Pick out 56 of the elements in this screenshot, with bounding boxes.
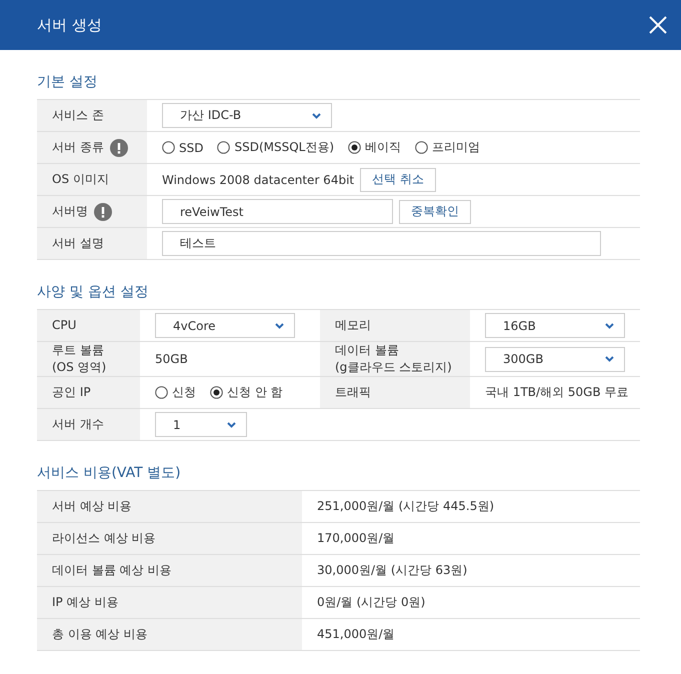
field-label: 트래픽 [335,384,371,401]
cost-label: 서버 예상 비용 [52,498,132,515]
cost-value: 451,000원/월 [317,626,395,643]
radio-label[interactable]: 신청 안 함 [227,384,283,401]
radio-button[interactable] [155,386,168,399]
field-label: 공인 IP [52,384,91,401]
cost-label: IP 예상 비용 [52,594,118,611]
field-label: 데이터 볼륨 (g클라우드 스토리지) [335,342,452,376]
chevron-down-icon [605,356,614,362]
chevron-down-icon [312,112,321,118]
chevron-down-icon [605,322,614,328]
radio-label[interactable]: 베이직 [365,139,402,156]
deselect-button[interactable]: 선택 취소 [360,168,436,192]
dropdown[interactable]: 4vCore [155,313,295,338]
input-field[interactable]: 테스트 [162,231,601,256]
field-label: 서비스 존 [52,107,104,124]
dropdown[interactable]: 가산 IDC-B [162,103,332,128]
chevron-down-icon [227,422,236,428]
cost-value: 170,000원/월 [317,530,395,547]
radio-button[interactable] [217,141,230,154]
section-title: 사양 및 옵션 설정 [37,283,148,301]
section-title: 기본 설정 [37,73,98,91]
radio-label[interactable]: SSD(MSSQL전용) [234,139,334,156]
radio-button[interactable] [415,141,428,154]
os-image-text: Windows 2008 datacenter 64bit [162,172,354,186]
input-field[interactable]: reVeiwTest [162,199,393,224]
field-label: 서버 설명 [52,235,104,252]
field-label: 루트 볼륨 (OS 영역) [52,342,106,376]
field-label: OS 이미지 [52,171,109,188]
radio-label[interactable]: 프리미엄 [432,139,480,156]
cost-value: 30,000원/월 (시간당 63원) [317,562,468,579]
dropdown[interactable]: 300GB [485,346,625,372]
dropdown[interactable]: 16GB [485,313,625,338]
field-label: 서버명 [52,203,88,220]
value-text: 50GB [155,352,188,366]
cost-value: 0원/월 (시간당 0원) [317,594,426,611]
radio-button[interactable] [348,141,362,154]
field-label: 메모리 [335,317,371,334]
field-label: 서버 종류 [52,139,104,156]
chevron-down-icon [275,322,284,328]
radio-label[interactable]: 신청 [172,384,196,401]
radio-button[interactable] [162,141,175,154]
radio-button[interactable] [210,386,223,399]
cost-label: 총 이용 예상 비용 [52,626,148,643]
close-icon[interactable] [649,16,667,34]
radio-label[interactable]: SSD [179,140,204,154]
cost-label: 라이선스 예상 비용 [52,530,156,547]
window-title: 서버 생성 [37,16,102,34]
value-text: 국내 1TB/해외 50GB 무료 [485,384,628,401]
duplicate-check-button[interactable]: 중복확인 [399,200,471,224]
field-label: CPU [52,317,76,334]
field-label: 서버 개수 [52,416,104,433]
cost-value: 251,000원/월 (시간당 445.5원) [317,498,494,515]
section-title: 서비스 비용(VAT 별도) [37,464,181,482]
dropdown[interactable]: 1 [155,412,247,437]
cost-label: 데이터 볼륨 예상 비용 [52,562,172,579]
